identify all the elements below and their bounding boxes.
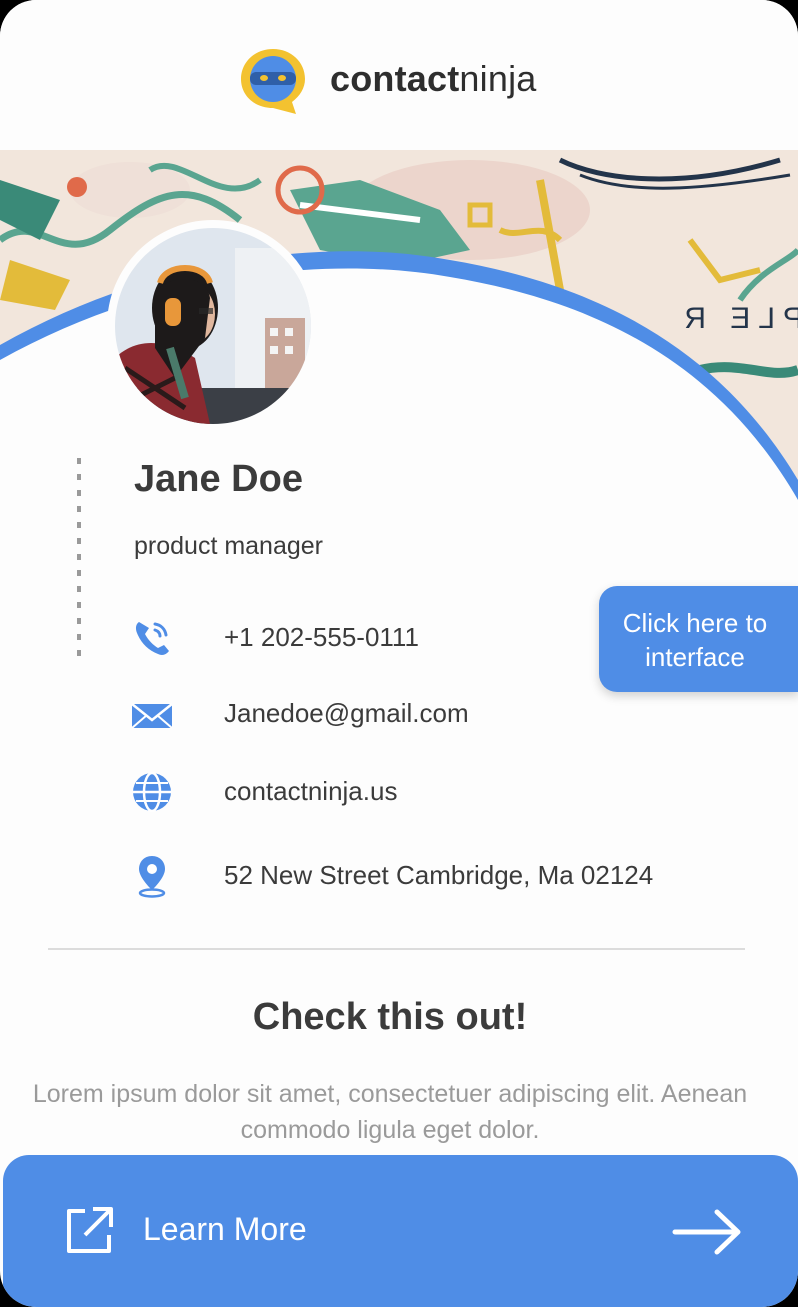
app-header: contactninja [0, 0, 798, 150]
learn-more-label: Learn More [143, 1211, 307, 1247]
contact-card: contactninja PLE R Jane Doe product mana… [0, 0, 798, 1307]
location-pin-icon [138, 856, 166, 898]
email-icon [131, 703, 173, 729]
brand-wordmark: contactninja [330, 58, 537, 99]
contact-row-email[interactable]: Janedoe@gmail.com [128, 690, 728, 740]
section-body: Lorem ipsum dolor sit amet, consectetuer… [32, 1080, 748, 1144]
globe-icon [133, 771, 171, 813]
section-title: Check this out! [252, 996, 528, 1038]
interface-callout-button[interactable]: Click here to interface [599, 586, 798, 692]
contact-row-address[interactable]: 52 New Street Cambridge, Ma 02124 [128, 852, 728, 902]
arrow-right-icon [672, 1209, 741, 1255]
contact-website-value: contactninja.us [224, 776, 398, 806]
profile-accent-line [77, 458, 81, 658]
external-link-icon [67, 1207, 113, 1253]
contact-address-value: 52 New Street Cambridge, Ma 02124 [224, 860, 654, 890]
callout-line-1: Click here to [622, 608, 768, 638]
contact-row-website[interactable]: contactninja.us [128, 768, 728, 818]
profile-avatar [107, 220, 319, 432]
contact-email-value: Janedoe@gmail.com [224, 698, 469, 728]
section-divider [48, 948, 745, 950]
profile-name: Jane Doe [134, 458, 303, 500]
phone-icon [135, 622, 169, 655]
contact-phone-value: +1 202-555-0111 [224, 622, 419, 652]
ninja-logo-icon [241, 49, 305, 114]
callout-line-2: interface [645, 642, 745, 672]
profile-title: product manager [134, 532, 324, 560]
learn-more-button[interactable]: Learn More [3, 1155, 798, 1307]
